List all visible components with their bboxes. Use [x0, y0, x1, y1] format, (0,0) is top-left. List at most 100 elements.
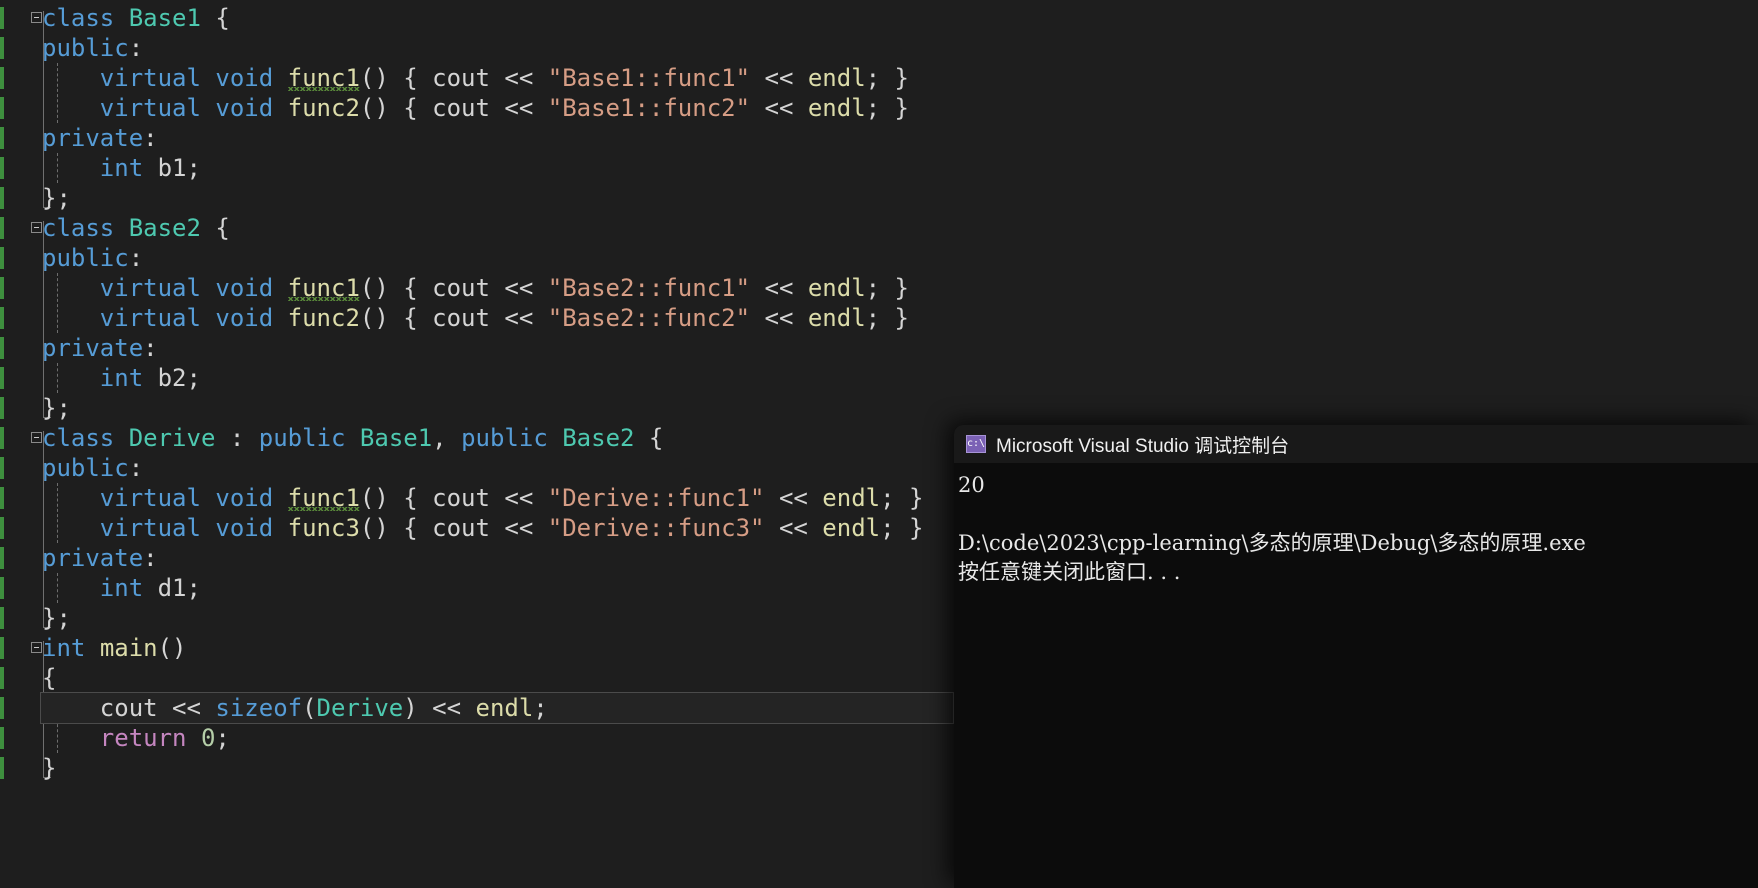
code-line[interactable]: int d1;: [0, 573, 201, 603]
code-line-text: virtual void func1() { cout << "Base1::f…: [0, 64, 909, 92]
error-squiggle: [287, 507, 360, 511]
code-token: virtual: [99, 274, 201, 302]
code-token: cout: [432, 274, 490, 302]
code-line[interactable]: int b1;: [0, 153, 201, 183]
code-token: <<: [764, 514, 823, 542]
code-token: ;: [215, 724, 230, 752]
code-line[interactable]: public:: [0, 453, 143, 483]
code-line[interactable]: class Derive : public Base1, public Base…: [0, 423, 663, 453]
code-line[interactable]: virtual void func1() { cout << "Derive::…: [0, 483, 924, 513]
code-line-text: class Base2 {: [0, 214, 230, 242]
code-token: () {: [359, 274, 433, 302]
code-token: <<: [489, 304, 548, 332]
code-line[interactable]: virtual void func1() { cout << "Base1::f…: [0, 63, 909, 93]
code-token: void: [215, 64, 274, 92]
code-token: sizeof: [215, 694, 303, 722]
code-token: void: [215, 304, 274, 332]
code-token: :: [128, 244, 144, 272]
code-line[interactable]: virtual void func2() { cout << "Base1::f…: [0, 93, 909, 123]
code-token: <<: [489, 484, 548, 512]
code-token: return: [99, 724, 187, 752]
code-line-text: int b1;: [0, 154, 201, 182]
code-token: ; }: [880, 514, 924, 542]
code-token: private: [42, 544, 144, 572]
code-line[interactable]: };: [0, 393, 71, 423]
code-line[interactable]: class Base1 {: [0, 3, 230, 33]
code-line[interactable]: cout << sizeof(Derive) << endl;: [0, 693, 548, 723]
code-line-text: public:: [0, 454, 143, 482]
code-token: func2: [287, 304, 360, 332]
code-token: ,: [432, 424, 462, 452]
code-token: () {: [359, 484, 433, 512]
code-token: cout: [432, 514, 490, 542]
code-line[interactable]: };: [0, 183, 71, 213]
code-line[interactable]: public:: [0, 243, 143, 273]
code-token: Derive: [316, 694, 404, 722]
code-line[interactable]: int b2;: [0, 363, 201, 393]
code-line[interactable]: };: [0, 603, 71, 633]
code-token: endl: [822, 514, 881, 542]
console-title: Microsoft Visual Studio 调试控制台: [996, 435, 1290, 457]
code-token: virtual: [99, 94, 201, 122]
code-token: int: [42, 634, 86, 662]
code-token: :: [143, 124, 158, 152]
code-line[interactable]: private:: [0, 543, 158, 573]
code-token: };: [42, 394, 71, 422]
code-line-text: cout << sizeof(Derive) << endl;: [0, 694, 548, 722]
code-line-text: class Base1 {: [0, 4, 230, 32]
code-line[interactable]: virtual void func1() { cout << "Base2::f…: [0, 273, 909, 303]
code-line[interactable]: private:: [0, 123, 158, 153]
code-token: "Base2::func2": [547, 304, 751, 332]
code-token: Derive: [128, 424, 216, 452]
code-token: <<: [489, 64, 548, 92]
code-line[interactable]: class Base2 {: [0, 213, 230, 243]
code-line[interactable]: virtual void func3() { cout << "Derive::…: [0, 513, 924, 543]
code-token: public: [42, 454, 129, 482]
code-token: ) <<: [403, 694, 476, 722]
code-token: virtual: [99, 304, 201, 332]
debug-console-window[interactable]: c:\ Microsoft Visual Studio 调试控制台 20 D:\…: [954, 425, 1758, 888]
code-token: <<: [489, 274, 548, 302]
code-token: b2;: [143, 364, 201, 392]
code-token: void: [215, 274, 274, 302]
code-token: ; }: [865, 304, 909, 332]
code-line[interactable]: int main(): [0, 633, 187, 663]
code-token: cout: [432, 484, 490, 512]
code-token: void: [215, 514, 274, 542]
console-titlebar[interactable]: c:\ Microsoft Visual Studio 调试控制台: [954, 425, 1758, 463]
code-token: {: [200, 214, 230, 242]
code-token: "Base2::func1": [547, 274, 751, 302]
code-line[interactable]: {: [0, 663, 56, 693]
code-line[interactable]: }: [0, 753, 56, 783]
code-line[interactable]: return 0;: [0, 723, 230, 753]
code-token: Base2: [562, 424, 635, 452]
code-line-text: class Derive : public Base1, public Base…: [0, 424, 663, 452]
code-token: public: [42, 34, 129, 62]
code-line-text: };: [0, 184, 71, 212]
code-token: private: [42, 334, 144, 362]
code-line-text: int b2;: [0, 364, 201, 392]
code-token: cout: [432, 304, 490, 332]
code-line[interactable]: private:: [0, 333, 158, 363]
code-token: ; }: [865, 274, 909, 302]
code-token: endl: [807, 64, 866, 92]
code-token: (: [302, 694, 317, 722]
code-token: <<: [764, 484, 823, 512]
code-token: <<: [750, 94, 808, 122]
code-token: func2: [287, 94, 360, 122]
code-token: {: [634, 424, 664, 452]
code-line-text: private:: [0, 544, 158, 572]
code-line[interactable]: virtual void func2() { cout << "Base2::f…: [0, 303, 909, 333]
code-line-text: virtual void func1() { cout << "Base2::f…: [0, 274, 909, 302]
code-token: endl: [807, 304, 866, 332]
code-token: "Derive::func3": [547, 514, 765, 542]
code-token: {: [42, 664, 57, 692]
code-token: public: [258, 424, 346, 452]
code-line[interactable]: public:: [0, 33, 143, 63]
